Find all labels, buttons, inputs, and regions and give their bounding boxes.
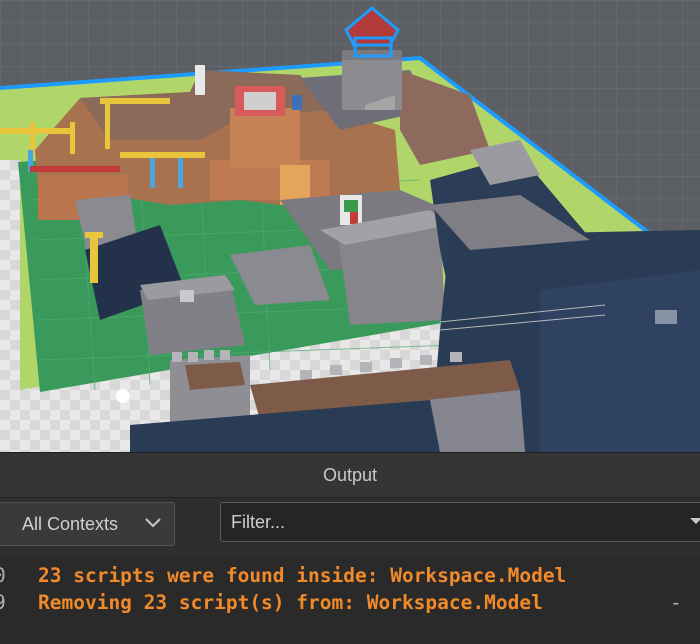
chevron-down-icon (145, 518, 161, 528)
caret-down-icon[interactable] (689, 513, 700, 529)
output-titlebar: Output (0, 453, 700, 498)
cursor-dot (116, 389, 130, 403)
front-tower-top (185, 362, 245, 390)
blue-figure (292, 95, 302, 110)
yellow-lamp-top (85, 232, 103, 238)
scene-render[interactable] (0, 0, 700, 452)
red-rail (30, 166, 120, 172)
filter-field[interactable] (220, 502, 700, 542)
sign-green (344, 200, 358, 212)
checker-floor (0, 160, 20, 452)
log-timestamp: 9 (0, 589, 6, 617)
output-log[interactable]: 0 23 scripts were found inside: Workspac… (0, 558, 700, 644)
filter-input[interactable] (221, 503, 700, 541)
contexts-label: All Contexts (22, 513, 119, 534)
output-panel: Output All Contexts 0 23 scripts were fo… (0, 452, 700, 644)
output-toolbar: All Contexts (0, 500, 700, 548)
sign-red (350, 212, 358, 224)
block-icon (180, 290, 194, 302)
contexts-dropdown[interactable]: All Contexts (0, 502, 175, 546)
roof-icon (655, 310, 677, 324)
red-box-inner (244, 92, 276, 110)
log-trailing: - (670, 591, 682, 614)
navy-block (540, 270, 700, 452)
log-message: Removing 23 script(s) from: Workspace.Mo… (38, 591, 543, 614)
castle-block-center (230, 108, 300, 168)
yellow-lamp (90, 235, 98, 283)
3d-viewport[interactable] (0, 0, 700, 452)
log-timestamp: 0 (0, 562, 6, 590)
log-message: 23 scripts were found inside: Workspace.… (38, 564, 567, 587)
white-flag (195, 65, 205, 95)
output-title: Output (322, 464, 378, 485)
